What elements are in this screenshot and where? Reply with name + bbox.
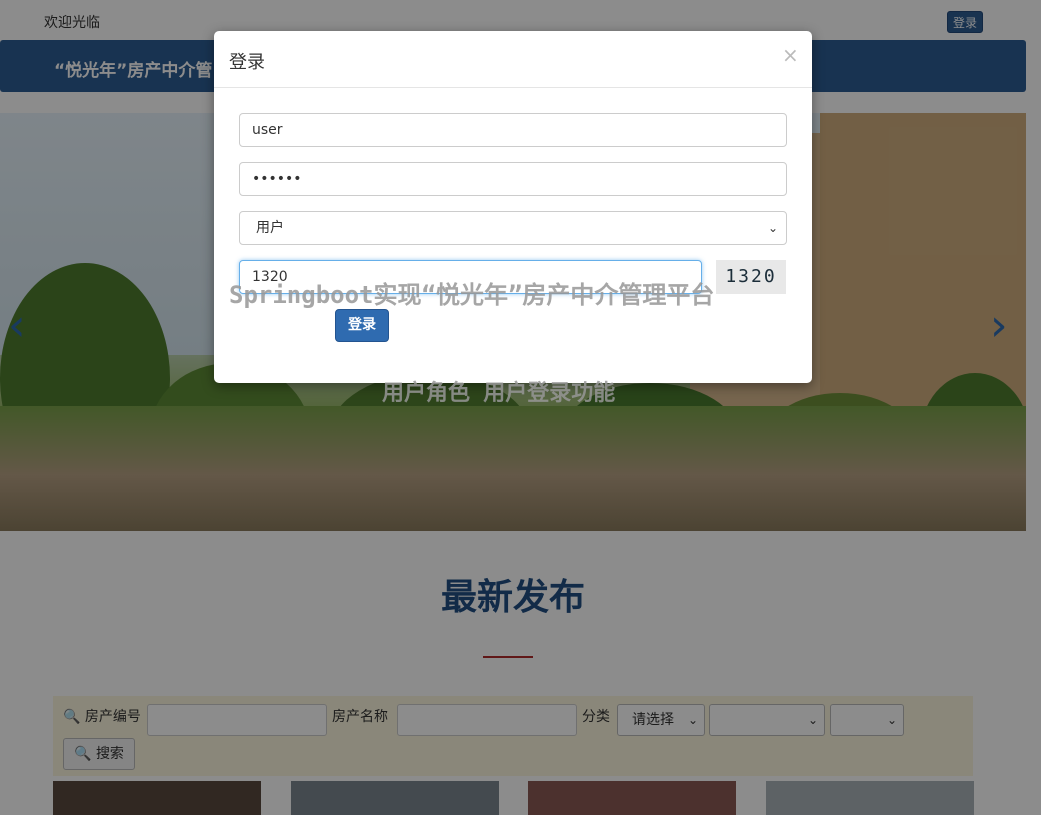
chevron-down-icon: ⌄ <box>767 221 778 235</box>
role-select[interactable]: 用户 ⌄ <box>239 211 787 245</box>
watermark-title: Springboot实现“悦光年”房产中介管理平台 <box>229 281 715 309</box>
modal-title: 登录 <box>229 52 265 73</box>
username-input[interactable]: user <box>239 113 787 147</box>
role-select-value: 用户 <box>256 220 284 236</box>
close-icon[interactable]: × <box>782 45 799 65</box>
submit-login-button[interactable]: 登录 <box>335 309 389 342</box>
modal-header: 登录 × <box>214 31 812 88</box>
watermark-subtitle: 用户角色 用户登录功能 <box>382 381 616 406</box>
login-modal: 登录 × user •••••• 用户 ⌄ 1320 1320 登录 <box>214 31 812 383</box>
captcha-image[interactable]: 1320 <box>716 260 786 294</box>
password-input[interactable]: •••••• <box>239 162 787 196</box>
